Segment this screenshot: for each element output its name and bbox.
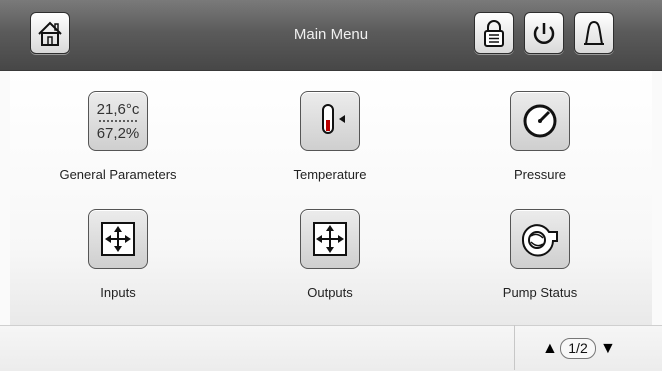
general-parameters-graphic: 21,6°c 67,2% [97, 101, 140, 142]
humidity-reading: 67,2% [97, 125, 140, 142]
menu-panel: 21,6°c 67,2% General Parameters Temperat… [10, 71, 652, 325]
page-down-arrow[interactable]: ▼ [600, 340, 616, 358]
lock-icon [484, 20, 504, 47]
menu-item-inputs[interactable]: Inputs [28, 189, 208, 300]
footer-divider [514, 325, 515, 370]
menu-item-label: Outputs [307, 285, 353, 300]
general-parameters-icon: 21,6°c 67,2% [88, 91, 148, 151]
inputs-icon [88, 209, 148, 269]
menu-item-general-parameters[interactable]: 21,6°c 67,2% General Parameters [28, 71, 208, 182]
lock-button[interactable] [474, 12, 514, 54]
bell-icon [584, 20, 604, 45]
menu-item-label: Pump Status [502, 285, 578, 300]
pressure-gauge-icon [510, 91, 570, 151]
menu-item-label: Pressure [513, 167, 567, 182]
power-icon [533, 23, 555, 44]
menu-item-label: Inputs [100, 285, 136, 300]
outputs-icon [300, 209, 360, 269]
page-up-arrow[interactable]: ▲ [542, 340, 558, 358]
screen: Main Menu 21,6°c 67,2% General Parameter… [0, 0, 662, 371]
power-button[interactable] [524, 12, 564, 54]
menu-item-pressure[interactable]: Pressure [450, 71, 630, 182]
menu-item-temperature[interactable]: Temperature [240, 71, 420, 182]
pump-icon [510, 209, 570, 269]
home-button[interactable] [30, 12, 70, 54]
header-bar: Main Menu [0, 0, 662, 71]
menu-item-label: General Parameters [59, 167, 177, 182]
menu-item-label: Temperature [293, 167, 367, 182]
page-indicator: 1/2 [560, 338, 596, 359]
thermometer-icon [300, 91, 360, 151]
temperature-reading: 21,6°c [97, 101, 140, 118]
home-icon [38, 21, 62, 46]
alarm-button[interactable] [574, 12, 614, 54]
pager: ▲ 1/2 ▼ [538, 334, 628, 362]
menu-item-pump-status[interactable]: Pump Status [450, 189, 630, 300]
menu-item-outputs[interactable]: Outputs [240, 189, 420, 300]
